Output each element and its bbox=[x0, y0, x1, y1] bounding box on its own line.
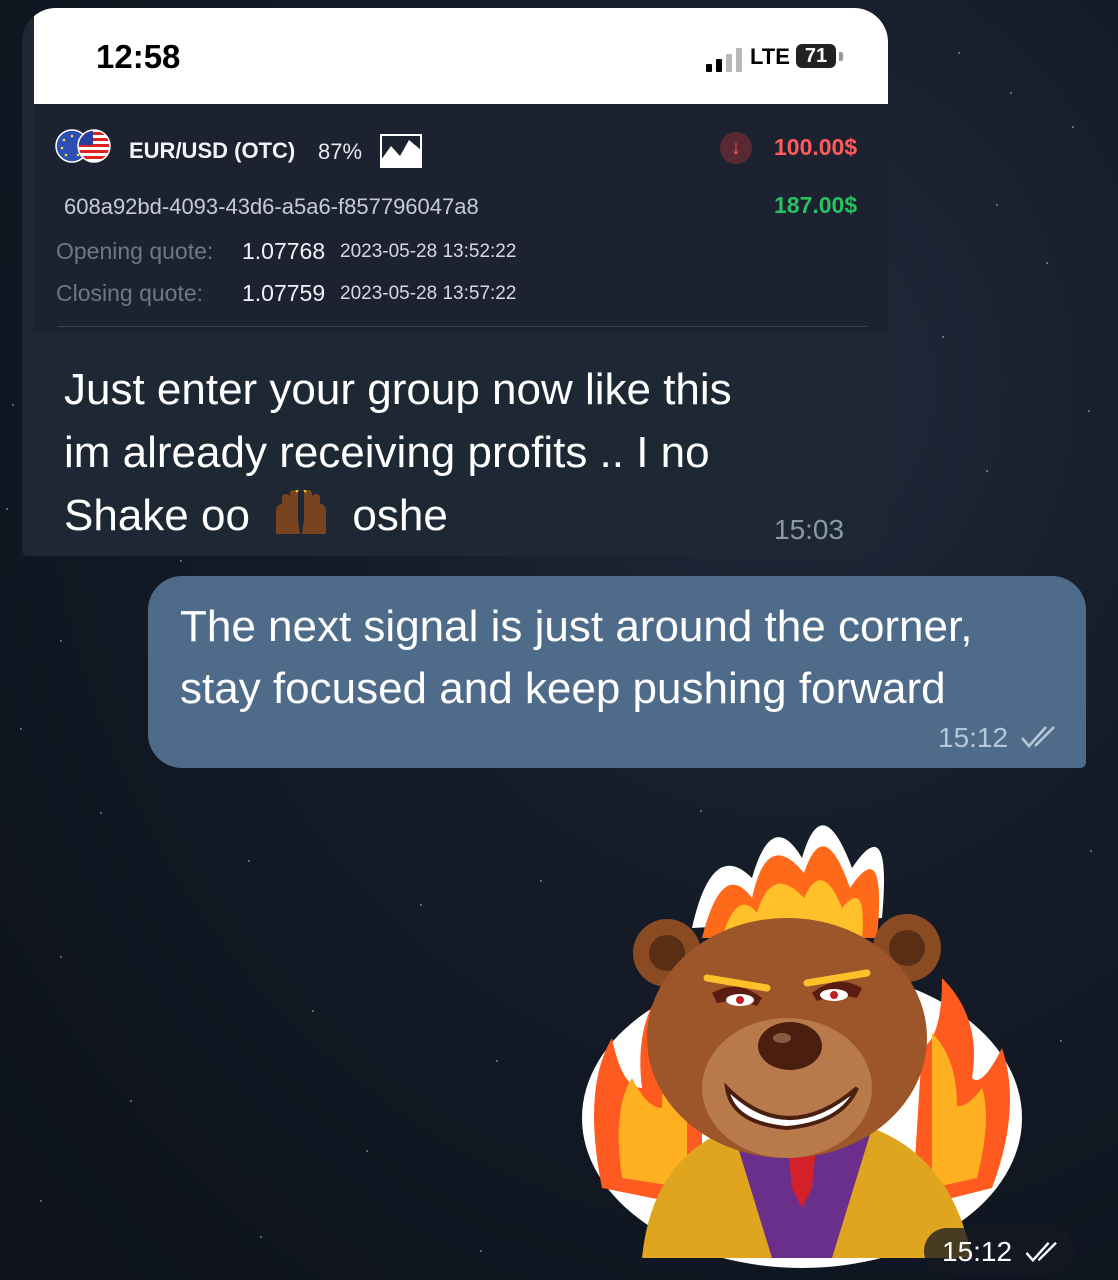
closing-quote-datetime: 2023-05-28 13:57:22 bbox=[340, 283, 517, 304]
opening-quote-label: Opening quote: bbox=[56, 238, 214, 264]
chart-icon bbox=[380, 134, 422, 168]
phone-status-bar: 12:58 LTE 71 bbox=[34, 8, 888, 104]
outgoing-message-time: 15:12 bbox=[938, 722, 1009, 753]
incoming-line-2: im already receiving profits .. I no bbox=[64, 428, 710, 477]
payout-percent: 87% bbox=[318, 139, 363, 164]
battery-icon: 71 bbox=[796, 44, 836, 68]
raising-hands-emoji-icon bbox=[276, 490, 327, 534]
outgoing-message-text: The next signal is just around the corne… bbox=[180, 596, 1070, 720]
incoming-message-bubble[interactable]: 12:58 LTE 71 EUR/USD (OTC) 87% ↓ 100.00$… bbox=[22, 8, 888, 556]
incoming-line-3-start: Shake oo bbox=[64, 491, 250, 540]
outgoing-line-2: stay focused and keep pushing forward bbox=[180, 664, 946, 713]
opening-quote-datetime: 2023-05-28 13:52:22 bbox=[340, 241, 517, 262]
closing-quote-label: Closing quote: bbox=[56, 280, 204, 306]
incoming-message-text: Just enter your group now like this im a… bbox=[64, 358, 844, 547]
payout-amount: 187.00$ bbox=[774, 192, 858, 218]
incoming-line-3: Shake oo oshe bbox=[64, 484, 844, 547]
trade-id: 608a92bd-4093-43d6-a5a6-f857796047a8 bbox=[64, 194, 479, 219]
outgoing-message-bubble[interactable]: The next signal is just around the corne… bbox=[148, 576, 1086, 768]
closing-quote-value: 1.07759 bbox=[242, 280, 326, 306]
double-check-icon bbox=[1025, 1241, 1057, 1263]
investment-amount: 100.00$ bbox=[774, 134, 858, 160]
opening-quote-value: 1.07768 bbox=[242, 238, 326, 264]
outgoing-line-1: The next signal is just around the corne… bbox=[180, 602, 973, 651]
incoming-line-1: Just enter your group now like this bbox=[64, 365, 732, 414]
divider bbox=[58, 326, 868, 327]
signal-icon bbox=[706, 42, 750, 72]
sticker-time-badge: 15:12 bbox=[924, 1228, 1074, 1274]
battery-tip bbox=[839, 52, 843, 61]
eu-us-flag-icon bbox=[55, 129, 111, 163]
incoming-message-time: 15:03 bbox=[774, 514, 845, 545]
flaming-bear-sticker[interactable] bbox=[572, 788, 1042, 1268]
sticker-message-time: 15:12 bbox=[942, 1236, 1013, 1267]
double-check-icon bbox=[1021, 726, 1055, 748]
status-time: 12:58 bbox=[96, 38, 181, 75]
arrow-down-icon: ↓ bbox=[720, 132, 752, 164]
incoming-line-3-end: oshe bbox=[352, 491, 448, 540]
currency-pair: EUR/USD (OTC) bbox=[129, 138, 296, 163]
network-label: LTE bbox=[750, 44, 790, 69]
trade-screenshot-image[interactable]: 12:58 LTE 71 EUR/USD (OTC) 87% ↓ 100.00$… bbox=[34, 8, 888, 332]
